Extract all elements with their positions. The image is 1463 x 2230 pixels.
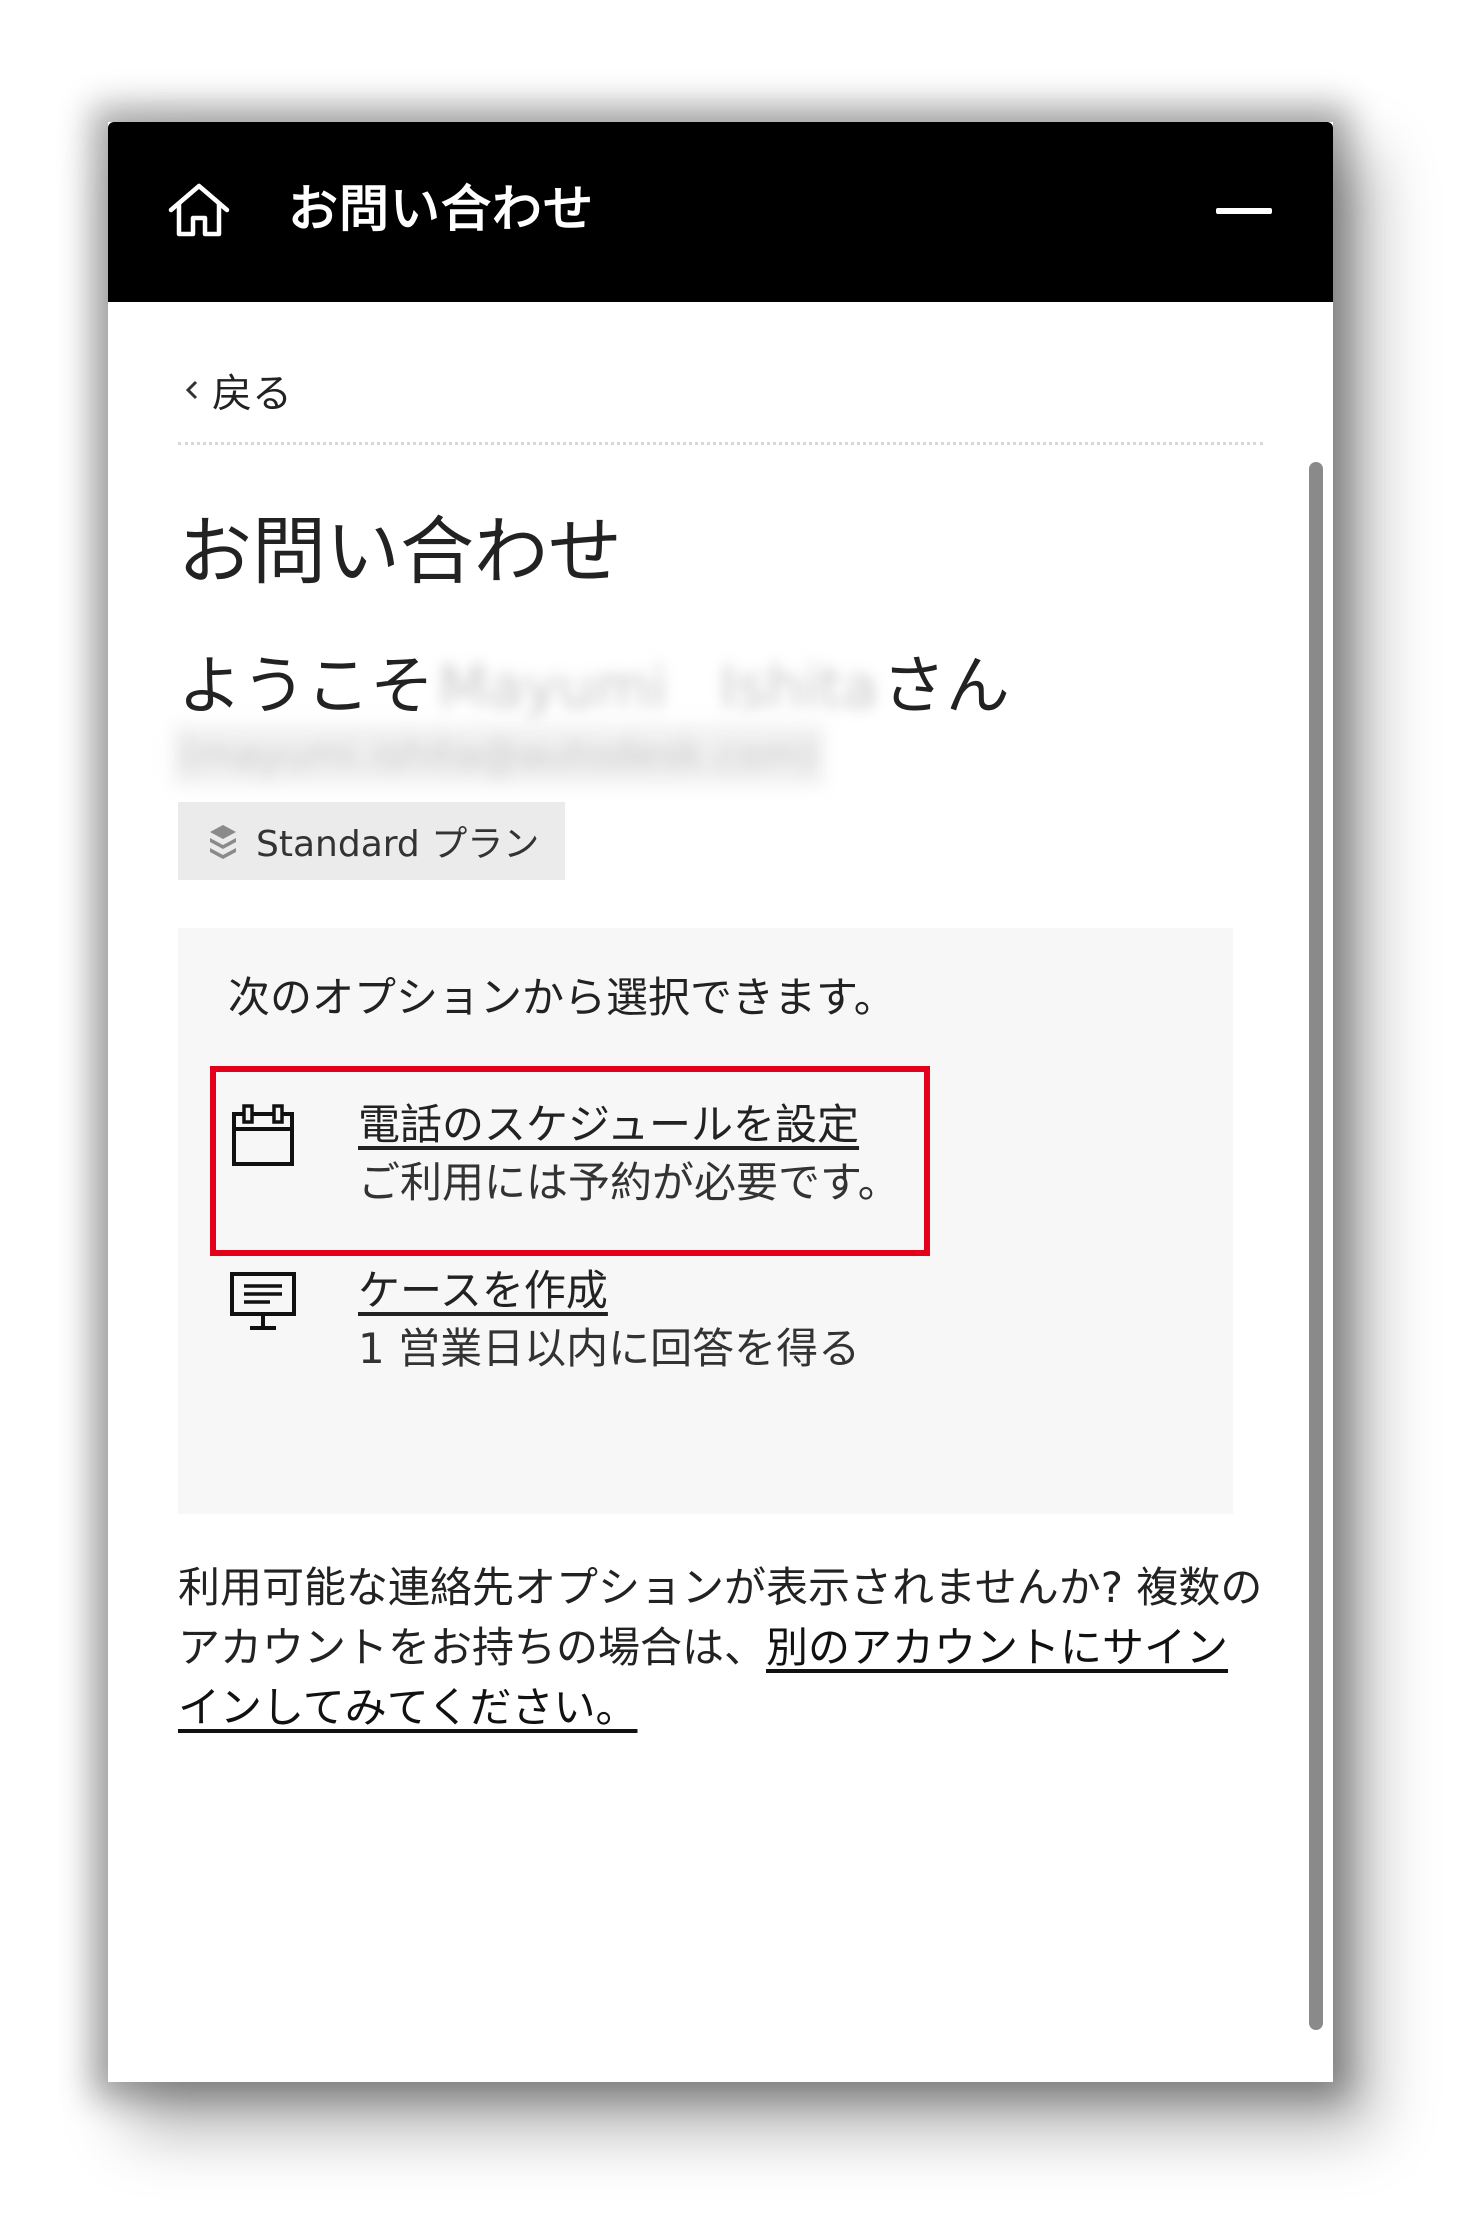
scrollbar[interactable] bbox=[1309, 462, 1323, 2030]
chevron-left-icon bbox=[185, 380, 198, 400]
layers-icon bbox=[210, 825, 236, 859]
welcome-prefix: ようこそ bbox=[178, 650, 434, 724]
welcome-line: ようこそ Mayumi Ishita さん bbox=[178, 642, 1010, 732]
schedule-call-link[interactable]: 電話のスケジュールを設定 bbox=[358, 1096, 900, 1154]
header-title: お問い合わせ bbox=[288, 180, 594, 238]
create-case-description: 1 営業日以内に回答を得る bbox=[358, 1324, 861, 1373]
page-title: お問い合わせ bbox=[178, 509, 622, 595]
plan-badge: Standard プラン bbox=[178, 802, 565, 880]
divider bbox=[178, 442, 1263, 445]
user-last-name: Ishita bbox=[719, 653, 878, 721]
minimize-icon[interactable] bbox=[1216, 208, 1272, 214]
contact-panel: お問い合わせ 戻る お問い合わせ ようこそ Mayumi Ishita さん (… bbox=[108, 122, 1333, 2082]
home-icon[interactable] bbox=[166, 180, 232, 240]
option-schedule-call[interactable]: 電話のスケジュールを設定 ご利用には予約が必要です。 bbox=[228, 1096, 900, 1212]
calendar-icon bbox=[232, 1104, 294, 1166]
welcome-suffix: さん bbox=[881, 650, 1010, 724]
plan-label: Standard プラン bbox=[256, 824, 540, 865]
option-create-case[interactable]: ケースを作成 1 営業日以内に回答を得る bbox=[228, 1262, 860, 1378]
create-case-link[interactable]: ケースを作成 bbox=[358, 1262, 860, 1320]
options-intro: 次のオプションから選択できます。 bbox=[228, 973, 896, 1022]
monitor-icon bbox=[230, 1272, 296, 1330]
footer-message: 利用可能な連絡先オプションが表示されませんか? 複数のアカウントをお持ちの場合は… bbox=[178, 1558, 1268, 1738]
user-email: (mayumi.ishita@autodesk.com) bbox=[172, 724, 826, 786]
panel-header: お問い合わせ bbox=[108, 122, 1333, 302]
options-box: 次のオプションから選択できます。 電話のスケジュールを設定 ご利用には予約が必要… bbox=[178, 928, 1233, 1514]
screenshot-stage: お問い合わせ 戻る お問い合わせ ようこそ Mayumi Ishita さん (… bbox=[0, 0, 1463, 2230]
back-label: 戻る bbox=[212, 371, 292, 417]
back-link[interactable]: 戻る bbox=[178, 360, 292, 420]
user-first-name: Mayumi bbox=[438, 653, 668, 721]
schedule-call-description: ご利用には予約が必要です。 bbox=[358, 1158, 900, 1207]
